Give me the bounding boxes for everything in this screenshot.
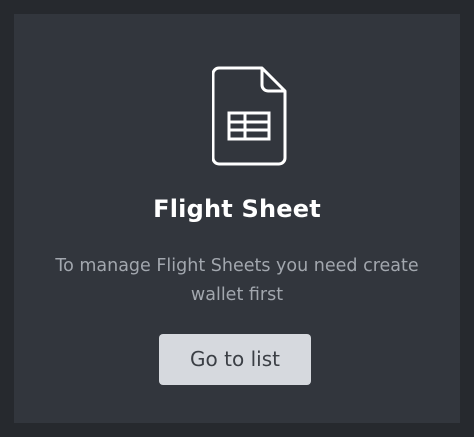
page-background: Flight Sheet To manage Flight Sheets you… (0, 0, 474, 437)
empty-state-card: Flight Sheet To manage Flight Sheets you… (14, 14, 460, 423)
card-description: To manage Flight Sheets you need create … (55, 256, 419, 305)
spreadsheet-icon (212, 65, 288, 167)
card-title: Flight Sheet (153, 195, 321, 223)
go-to-list-button[interactable]: Go to list (159, 334, 311, 385)
